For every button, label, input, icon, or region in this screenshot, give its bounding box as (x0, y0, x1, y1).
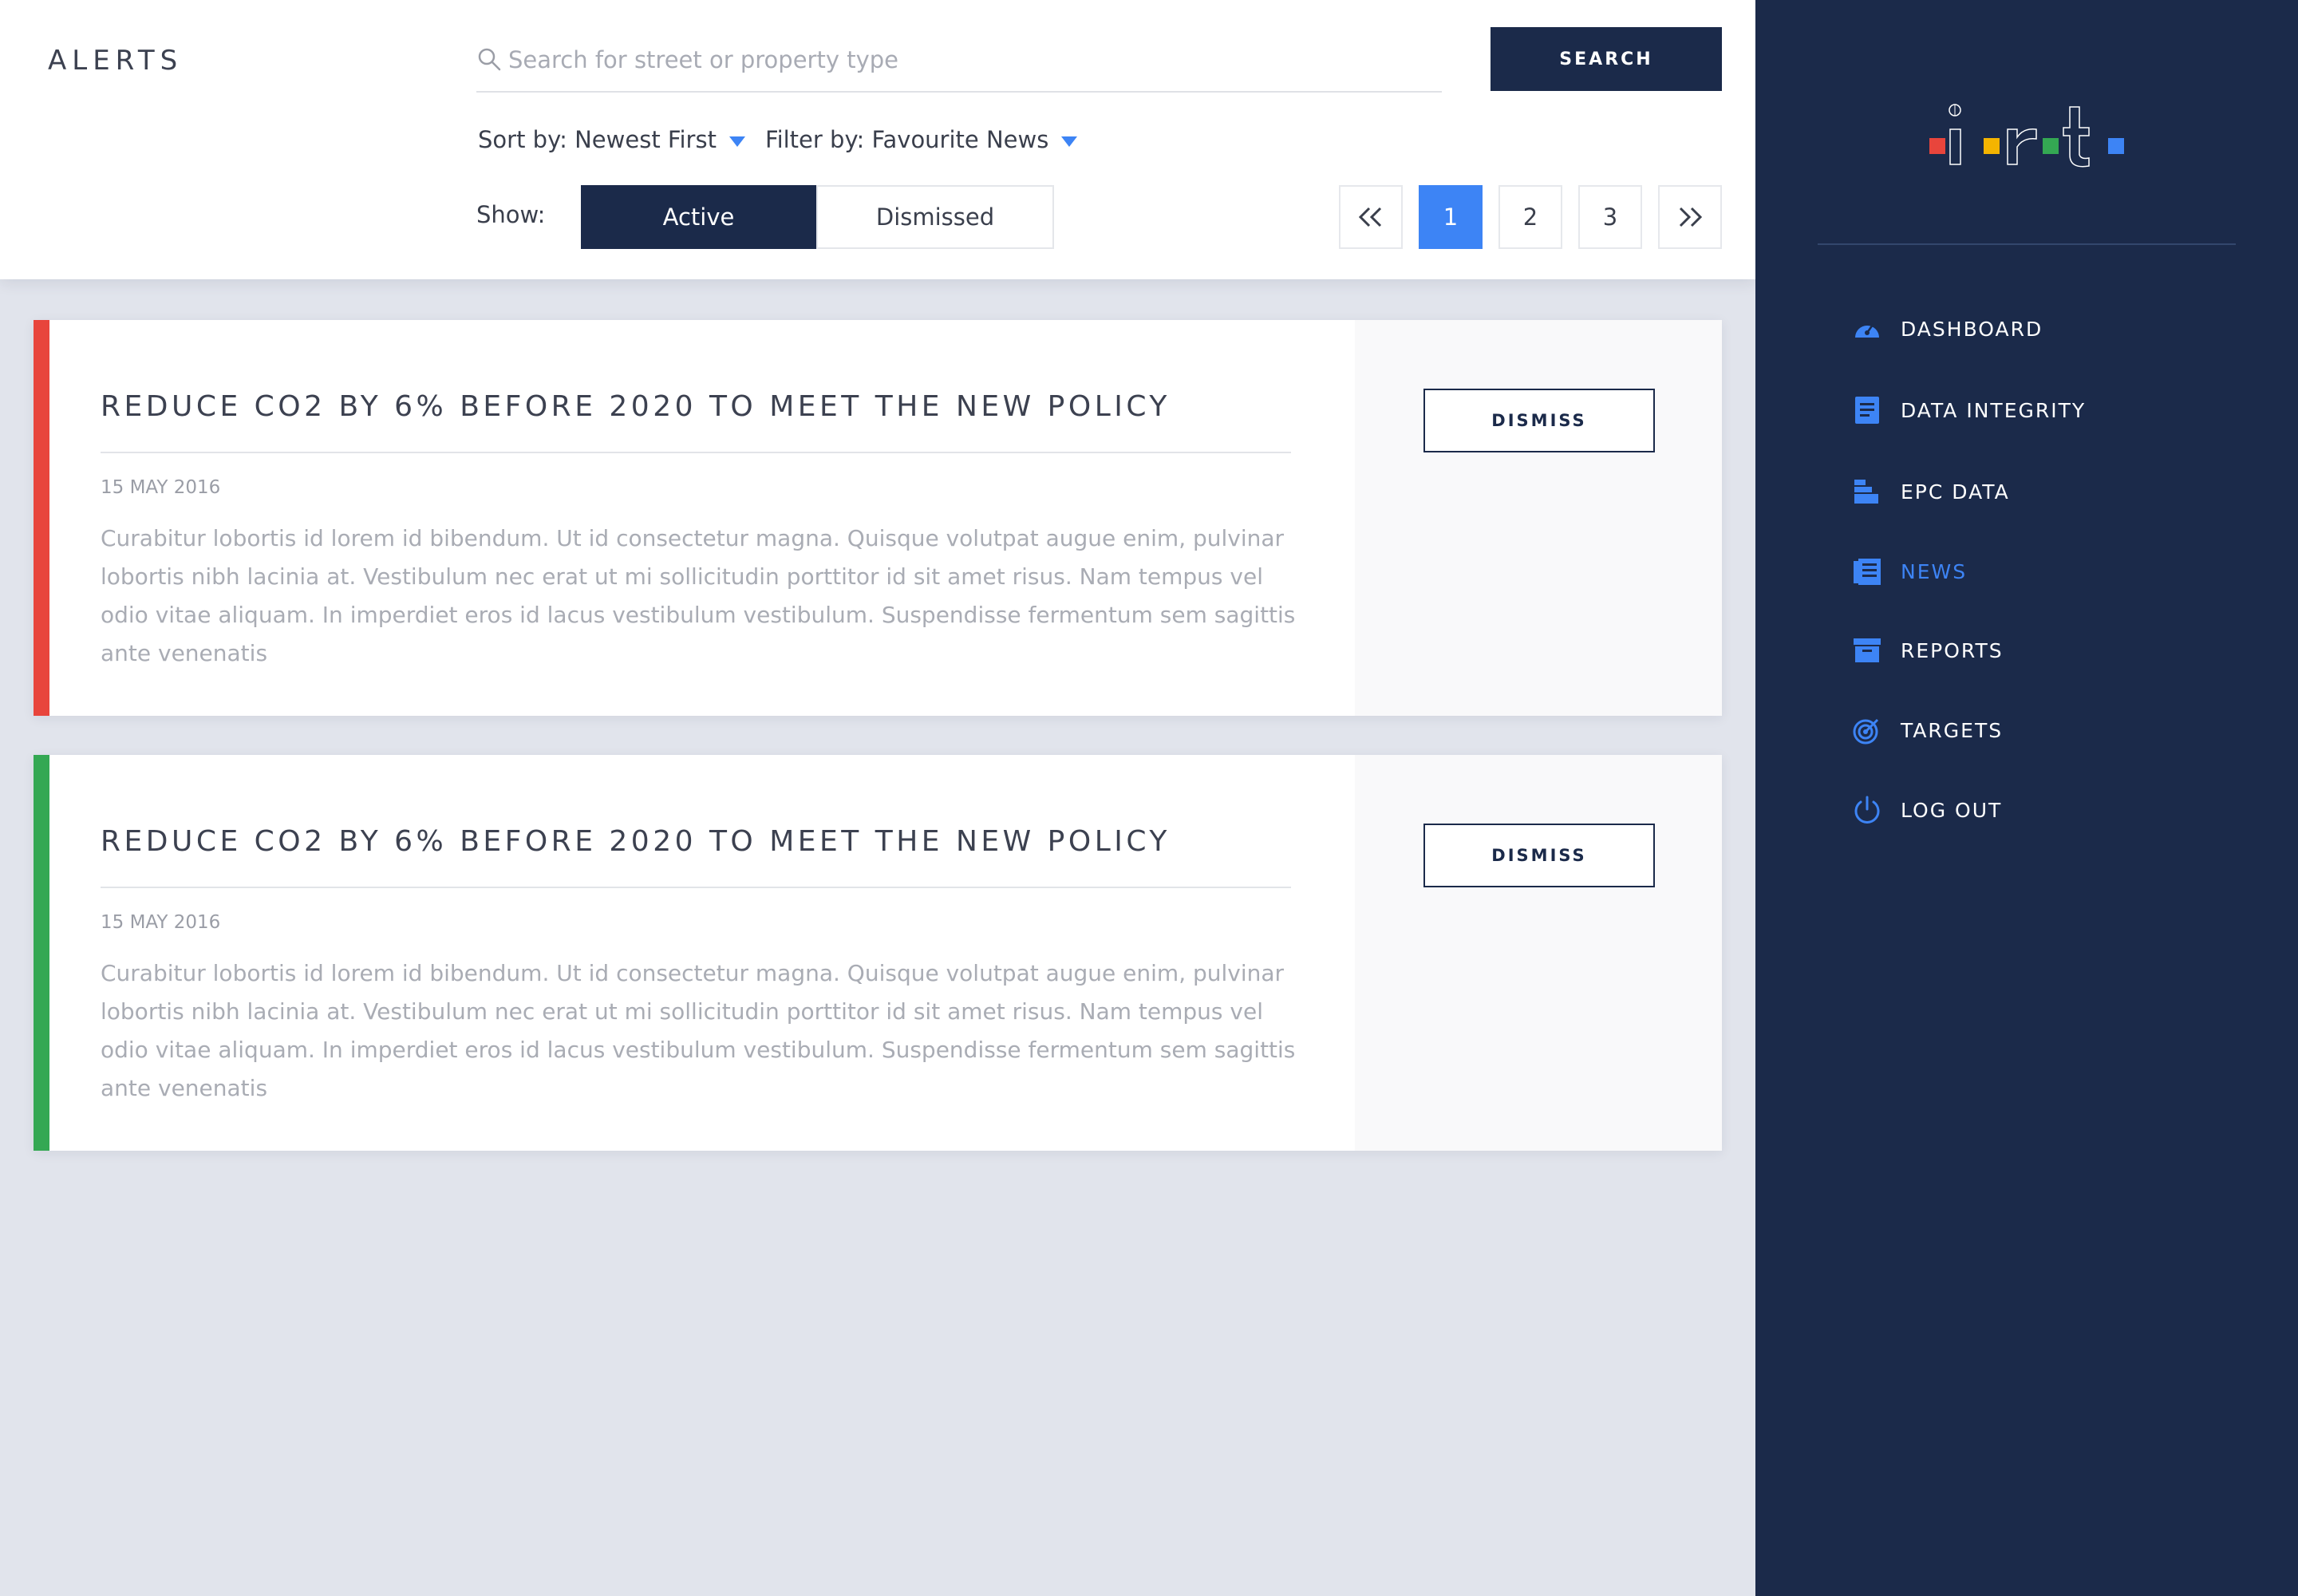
alert-divider (101, 452, 1291, 453)
sidebar-item-news[interactable]: NEWS (1851, 551, 1967, 591)
alert-actions-panel (1355, 320, 1722, 716)
sidebar-item-label: EPC DATA (1901, 480, 2010, 504)
alert-date: 15 MAY 2016 (101, 912, 221, 933)
sort-dropdown[interactable]: Sort by: Newest First (478, 120, 745, 160)
filter-dropdown[interactable]: Filter by: Favourite News (765, 120, 1078, 160)
search-icon (478, 48, 501, 71)
alert-actions-panel (1355, 755, 1722, 1151)
caret-down-icon (728, 136, 745, 147)
archive-box-icon (1851, 634, 1883, 666)
alert-date: 15 MAY 2016 (101, 477, 221, 498)
alert-divider (101, 887, 1291, 888)
search-input[interactable] (508, 40, 1434, 80)
sidebar-divider (1818, 243, 2236, 245)
alert-priority-bar (34, 755, 49, 1151)
app-logo (1929, 104, 2124, 168)
double-chevron-right-icon (1679, 207, 1703, 227)
sidebar-item-label: DATA INTEGRITY (1901, 398, 2087, 422)
alert-priority-bar (34, 320, 49, 716)
show-dismissed-toggle[interactable]: Dismissed (816, 185, 1054, 249)
double-chevron-left-icon (1358, 207, 1382, 227)
dismiss-button[interactable]: DISMISS (1423, 389, 1655, 452)
sidebar-item-targets[interactable]: TARGETS (1851, 710, 2003, 750)
alert-card: REDUCE CO2 BY 6% BEFORE 2020 TO MEET THE… (34, 755, 1722, 1151)
alert-card: REDUCE CO2 BY 6% BEFORE 2020 TO MEET THE… (34, 320, 1722, 716)
search-bar (476, 32, 1442, 93)
sidebar-item-log-out[interactable]: LOG OUT (1851, 790, 2002, 830)
document-icon (1851, 394, 1883, 426)
alert-body: Curabitur lobortis id lorem id bibendum.… (101, 960, 1296, 1101)
alert-title: REDUCE CO2 BY 6% BEFORE 2020 TO MEET THE… (101, 390, 1171, 423)
gauge-icon (1851, 313, 1883, 345)
pagination-page-3[interactable]: 3 (1578, 185, 1642, 249)
pagination-page-1[interactable]: 1 (1419, 185, 1483, 249)
search-button[interactable]: SEARCH (1491, 27, 1722, 91)
sidebar (1755, 0, 2298, 1596)
sidebar-item-data-integrity[interactable]: DATA INTEGRITY (1851, 390, 2086, 430)
caret-down-icon (1061, 136, 1078, 147)
sidebar-item-label: TARGETS (1901, 718, 2004, 742)
page-title: ALERTS (48, 45, 184, 77)
filter-dropdown-label: Filter by: Favourite News (765, 126, 1049, 153)
power-icon (1851, 794, 1883, 826)
sidebar-item-label: LOG OUT (1901, 798, 2003, 822)
pagination-first-button[interactable] (1339, 185, 1403, 249)
show-active-toggle[interactable]: Active (581, 185, 816, 249)
alert-title: REDUCE CO2 BY 6% BEFORE 2020 TO MEET THE… (101, 825, 1171, 858)
alert-body: Curabitur lobortis id lorem id bibendum.… (101, 525, 1296, 666)
pagination-last-button[interactable] (1658, 185, 1722, 249)
pagination-page-2[interactable]: 2 (1498, 185, 1562, 249)
sidebar-item-reports[interactable]: REPORTS (1851, 630, 2004, 670)
sidebar-item-label: DASHBOARD (1901, 317, 2043, 341)
sidebar-item-dashboard[interactable]: DASHBOARD (1851, 309, 2043, 349)
header-panel: ALERTS SEARCH Sort by: Newest First Filt… (0, 0, 1755, 279)
sidebar-item-label: REPORTS (1901, 638, 2004, 662)
sidebar-item-epc-data[interactable]: EPC DATA (1851, 472, 2010, 512)
target-icon (1851, 714, 1883, 746)
dismiss-button[interactable]: DISMISS (1423, 824, 1655, 887)
sort-dropdown-label: Sort by: Newest First (478, 126, 717, 153)
show-label: Show: (476, 201, 546, 228)
sidebar-item-label: NEWS (1901, 559, 1968, 583)
newspaper-icon (1851, 555, 1883, 587)
epc-bars-icon (1851, 476, 1883, 508)
